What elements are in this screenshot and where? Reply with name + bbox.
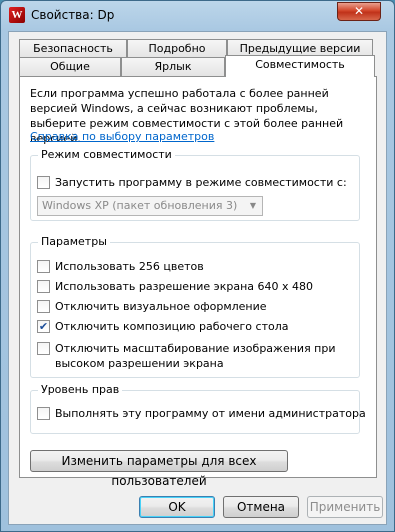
setting-label: Использовать 256 цветов (55, 260, 204, 273)
os-version-select[interactable]: Windows XP (пакет обновления 3) ▼ (37, 196, 263, 216)
tab-details[interactable]: Подробно (127, 39, 227, 59)
window-title: Свойства: Dp (31, 8, 115, 22)
setting-checkbox[interactable] (37, 280, 50, 293)
tab-general[interactable]: Общие (19, 57, 121, 77)
title-bar[interactable]: W Свойства: Dp ✕ (1, 1, 394, 31)
privilege-title: Уровень прав (38, 383, 123, 396)
tab-shortcut[interactable]: Ярлык (121, 57, 225, 77)
change-all-users-button[interactable]: Изменить параметры для всех пользователе… (30, 450, 288, 488)
os-version-value: Windows XP (пакет обновления 3) (42, 199, 238, 212)
app-icon: W (9, 7, 25, 23)
setting-label: Отключить композицию рабочего стола (55, 320, 289, 333)
setting-label: Отключить визуальное оформление (55, 300, 267, 313)
compat-mode-checkbox-row[interactable]: Запустить программу в режиме совместимос… (37, 175, 347, 190)
setting-checkbox-checked[interactable]: ✔ (37, 320, 50, 333)
setting-checkbox[interactable] (37, 260, 50, 273)
help-link[interactable]: Справка по выбору параметров (30, 130, 214, 143)
close-button[interactable]: ✕ (337, 2, 381, 21)
ok-button[interactable]: OK (139, 496, 215, 518)
admin-checkbox-row[interactable]: Выполнять эту программу от имени админис… (37, 406, 366, 421)
tab-compatibility[interactable]: Совместимость (225, 55, 375, 77)
setting-row[interactable]: Использовать разрешение экрана 640 x 480 (37, 279, 313, 294)
setting-label: Отключить масштабирование изображения пр… (55, 342, 336, 370)
setting-row[interactable]: Использовать 256 цветов (37, 259, 204, 274)
compat-mode-checkbox[interactable] (37, 176, 50, 189)
setting-label: Использовать разрешение экрана 640 x 480 (55, 280, 313, 293)
chevron-down-icon: ▼ (249, 201, 256, 210)
setting-checkbox[interactable] (37, 342, 50, 355)
setting-row[interactable]: Отключить масштабирование изображения пр… (37, 341, 337, 371)
settings-title: Параметры (38, 235, 110, 248)
setting-checkbox[interactable] (37, 300, 50, 313)
tab-security[interactable]: Безопасность (19, 39, 127, 59)
compatibility-panel: Если программа успешно работала с более … (19, 76, 377, 488)
cancel-button[interactable]: Отмена (223, 496, 299, 518)
admin-label: Выполнять эту программу от имени админис… (55, 407, 366, 420)
compat-mode-label: Запустить программу в режиме совместимос… (55, 176, 347, 189)
setting-row[interactable]: Отключить визуальное оформление (37, 299, 267, 314)
apply-button[interactable]: Применить (307, 496, 383, 518)
admin-checkbox[interactable] (37, 407, 50, 420)
compat-mode-title: Режим совместимости (38, 148, 175, 161)
properties-window: W Свойства: Dp ✕ Безопасность Подробно П… (0, 0, 395, 532)
setting-row[interactable]: ✔ Отключить композицию рабочего стола (37, 319, 289, 334)
